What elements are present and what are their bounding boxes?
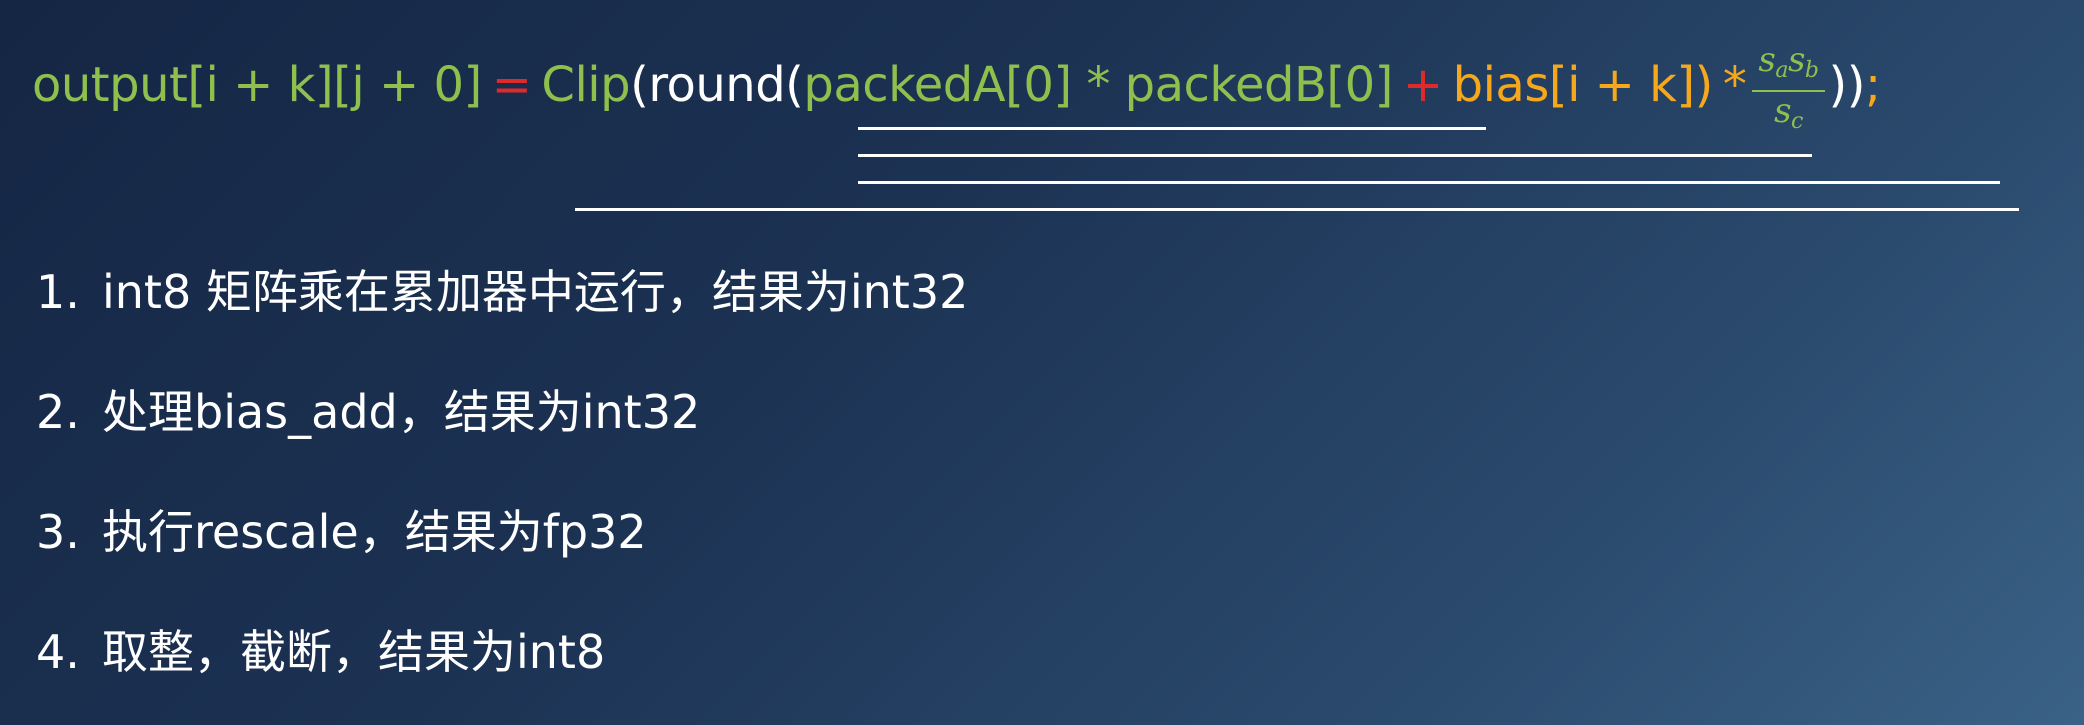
formula-semicolon: ; <box>1864 57 1881 113</box>
formula-output: output[i + k][j + 0] <box>32 57 482 113</box>
underline-product <box>858 127 1486 130</box>
formula-bias: bias[i + k] <box>1452 57 1696 113</box>
step-number: 3. <box>36 505 80 559</box>
step-text: 处理bias_add，结果为int32 <box>102 385 701 439</box>
step-number: 2. <box>36 385 80 439</box>
step-number: 4. <box>36 625 80 679</box>
formula-open-paren: ( <box>630 57 649 113</box>
underline-bias-add <box>858 154 1812 157</box>
formula-plus: + <box>1402 57 1443 113</box>
step-3: 3. 执行rescale，结果为fp32 <box>36 502 968 562</box>
underline-rescale <box>858 181 2000 184</box>
scale-fraction: sasb sc <box>1752 41 1825 141</box>
step-text: 取整，截断，结果为int8 <box>102 625 606 679</box>
slide: output[i + k][j + 0] = Clip ( round( pac… <box>0 0 2084 725</box>
formula-close-round: ) <box>1694 57 1714 113</box>
step-4: 4. 取整，截断，结果为int8 <box>36 622 968 682</box>
quantization-formula: output[i + k][j + 0] = Clip ( round( pac… <box>32 41 1881 134</box>
step-1: 1. int8 矩阵乘在累加器中运行，结果为int32 <box>36 262 968 322</box>
step-2: 2. 处理bias_add，结果为int32 <box>36 382 968 442</box>
fraction-denominator: sc <box>1774 91 1803 134</box>
formula-clip: Clip <box>541 57 631 113</box>
step-text: 执行rescale，结果为fp32 <box>102 505 647 559</box>
step-text: int8 矩阵乘在累加器中运行，结果为int32 <box>102 265 969 319</box>
step-number: 1. <box>36 265 80 319</box>
underline-clip <box>575 208 2019 211</box>
formula-product: packedA[0] * packedB[0] <box>803 57 1393 113</box>
steps-list: 1. int8 矩阵乘在累加器中运行，结果为int32 2. 处理bias_add，… <box>36 262 968 682</box>
fraction-numerator: sasb <box>1752 41 1825 92</box>
formula-round: round( <box>648 57 804 113</box>
formula-times: * <box>1722 57 1747 113</box>
formula-close-end: )) <box>1828 57 1866 113</box>
formula-equals: = <box>491 57 532 113</box>
